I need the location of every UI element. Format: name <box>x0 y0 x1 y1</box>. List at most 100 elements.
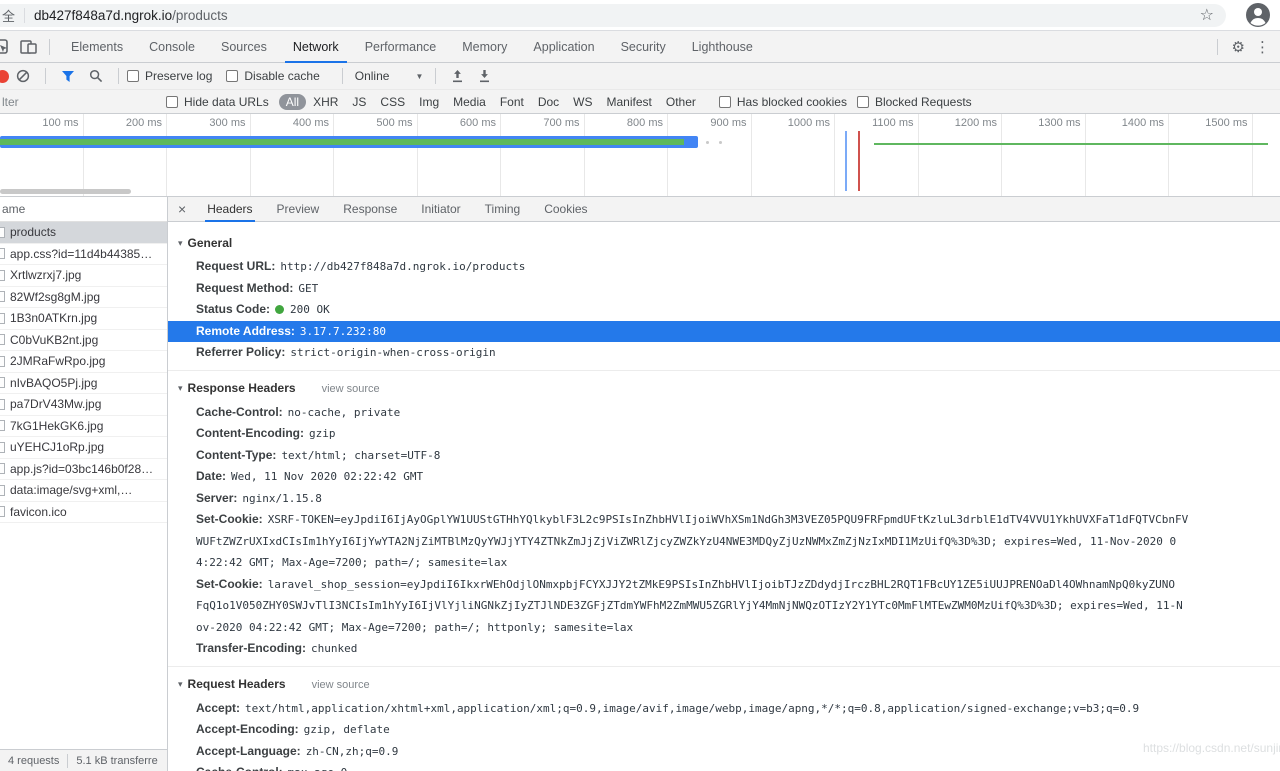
search-icon[interactable] <box>82 69 110 83</box>
header-row: Set-Cookie: XSRF-TOKEN=eyJpdiI6IjAyOGplYW… <box>168 509 1280 531</box>
header-row: FqQ1o1V050ZHY0SWJvTlI3NCIsIm1hYyI6IjVlYj… <box>168 595 1280 617</box>
header-value: no-cache, private <box>287 405 401 419</box>
blocked-requests-checkbox[interactable] <box>856 95 869 108</box>
resource-type-chip[interactable]: CSS <box>373 94 412 110</box>
record-button[interactable] <box>0 69 9 83</box>
table-row[interactable]: pa7DrV43Mw.jpg <box>0 394 167 416</box>
inspect-element-icon[interactable] <box>0 38 12 56</box>
url-text[interactable]: db427f848a7d.ngrok.io/products <box>34 8 228 23</box>
disable-cache-checkbox[interactable] <box>226 70 239 82</box>
table-row[interactable]: uYEHCJ1oRp.jpg <box>0 437 167 459</box>
header-name: Date: <box>196 469 227 483</box>
table-row[interactable]: C0bVuKB2nt.jpg <box>0 330 167 351</box>
resource-type-chip[interactable]: XHR <box>306 94 345 110</box>
devtools-tab[interactable]: Console <box>136 31 208 62</box>
file-icon <box>0 248 5 260</box>
header-value: text/html,application/xhtml+xml,applicat… <box>245 701 1140 715</box>
resource-type-chip[interactable]: Manifest <box>600 94 659 110</box>
disclosure-triangle-icon[interactable]: ▾ <box>178 674 183 695</box>
table-row[interactable]: app.css?id=11d4b44385… <box>0 244 167 265</box>
header-row: Content-Type: text/html; charset=UTF-8 <box>168 445 1280 467</box>
devtools-tab[interactable]: Sources <box>208 31 280 62</box>
preserve-log-checkbox[interactable] <box>127 70 139 82</box>
table-row[interactable]: Xrtlwzrxj7.jpg <box>0 265 167 287</box>
resource-type-chip[interactable]: Doc <box>531 94 566 110</box>
view-source-link[interactable]: view source <box>312 679 370 691</box>
horizontal-scrollbar-thumb[interactable] <box>0 189 131 194</box>
timeline-tick-label: 700 ms <box>501 114 585 196</box>
table-row[interactable]: data:image/svg+xml,… <box>0 480 167 502</box>
timeline-tick-label: 1500 ms <box>1169 114 1253 196</box>
resource-type-chip[interactable]: Other <box>659 94 703 110</box>
transferred-size: 5.1 kB transferre <box>76 754 158 767</box>
file-icon <box>0 484 5 496</box>
table-row[interactable]: nIvBAQO5Pj.jpg <box>0 373 167 394</box>
hide-data-urls-checkbox[interactable] <box>166 95 178 108</box>
view-source-link[interactable]: view source <box>322 383 380 395</box>
network-overview-timeline[interactable]: 100 ms 200 ms 300 ms 400 ms 500 ms 600 ms 700 … <box>0 114 1280 197</box>
detail-tab[interactable]: Initiator <box>409 197 472 221</box>
requests-count: 4 requests <box>8 754 60 767</box>
table-row[interactable]: 7kG1HekGK6.jpg <box>0 416 167 437</box>
header-name: Request URL: <box>196 259 276 273</box>
omnibox-divider <box>24 8 26 23</box>
import-har-icon[interactable] <box>444 69 471 83</box>
security-chip[interactable]: 全 <box>2 6 15 25</box>
file-icon <box>0 441 5 453</box>
throttling-select[interactable]: Online ▼ <box>351 69 428 83</box>
export-har-icon[interactable] <box>471 69 498 83</box>
table-row[interactable]: 2JMRaFwRpo.jpg <box>0 351 167 373</box>
detail-tab[interactable]: Headers <box>195 197 264 222</box>
resource-type-chip[interactable]: JS <box>345 94 373 110</box>
detail-tab[interactable]: Cookies <box>532 197 599 221</box>
devtools-tab[interactable]: Application <box>520 31 607 62</box>
resource-type-chip[interactable]: WS <box>566 94 599 110</box>
header-value: FqQ1o1V050ZHY0SWJvTlI3NCIsIm1hYyI6IjVlYj… <box>196 599 1183 612</box>
timeline-tick-label: 1400 ms <box>1086 114 1169 196</box>
header-value: zh-CN,zh;q=0.9 <box>305 744 399 758</box>
settings-gear-icon[interactable]: ⚙ <box>1226 38 1251 56</box>
more-options-icon[interactable]: ⋮ <box>1251 38 1280 56</box>
filter-input[interactable]: lter <box>0 95 166 109</box>
timeline-tick-label: 800 ms <box>585 114 668 196</box>
clear-button[interactable] <box>9 69 37 83</box>
resource-type-chip[interactable]: All <box>278 93 307 110</box>
header-name: Content-Encoding: <box>196 426 304 440</box>
close-icon[interactable]: × <box>168 201 195 217</box>
table-row[interactable]: app.js?id=03bc146b0f28… <box>0 459 167 480</box>
has-blocked-cookies-checkbox[interactable] <box>718 95 731 108</box>
main-tabs: Elements Console Sources Network Performance… <box>58 31 766 63</box>
header-row: Accept-Encoding: gzip, deflate <box>168 719 1280 741</box>
devtools-tab[interactable]: Performance <box>352 31 450 62</box>
has-blocked-cookies-label: Has blocked cookies <box>736 94 847 109</box>
omnibox[interactable]: 全 db427f848a7d.ngrok.io/products ☆ <box>0 4 1226 27</box>
bookmark-star-icon[interactable]: ☆ <box>1200 7 1214 24</box>
table-row[interactable]: 82Wf2sg8gM.jpg <box>0 287 167 308</box>
name-column-header[interactable]: ame <box>0 197 167 222</box>
table-row[interactable]: 1B3n0ATKrn.jpg <box>0 308 167 330</box>
devtools-tab[interactable]: Memory <box>449 31 520 62</box>
request-rows: products app.css?id=11d4b44385… Xrtlwzrx… <box>0 222 167 523</box>
device-toolbar-icon[interactable] <box>20 39 37 55</box>
resource-type-chip[interactable]: Img <box>412 94 446 110</box>
header-row: Request URL: http://db427f848a7d.ngrok.io… <box>168 256 1280 278</box>
detail-tab[interactable]: Timing <box>473 197 533 221</box>
resource-type-chip[interactable]: Font <box>493 94 531 110</box>
table-row[interactable]: favicon.ico <box>0 502 167 523</box>
detail-tab[interactable]: Response <box>331 197 409 221</box>
headers-content: ▾ General Request URL: http://db427f848a7d… <box>168 222 1280 771</box>
filter-funnel-icon[interactable] <box>54 70 82 83</box>
table-row[interactable]: products <box>0 222 167 244</box>
disclosure-triangle-icon[interactable]: ▾ <box>178 233 183 254</box>
resource-type-chip[interactable]: Media <box>446 94 493 110</box>
profile-avatar-icon[interactable] <box>1245 2 1271 28</box>
devtools-tab[interactable]: Network <box>280 31 352 63</box>
header-value: nginx/1.15.8 <box>242 491 322 505</box>
devtools-tab[interactable]: Elements <box>58 31 136 62</box>
overview-dot <box>719 141 722 144</box>
detail-tab[interactable]: Preview <box>265 197 332 221</box>
section-title: Response Headers <box>187 380 296 395</box>
devtools-tab[interactable]: Security <box>608 31 679 62</box>
disclosure-triangle-icon[interactable]: ▾ <box>178 378 183 399</box>
devtools-tab[interactable]: Lighthouse <box>679 31 766 62</box>
